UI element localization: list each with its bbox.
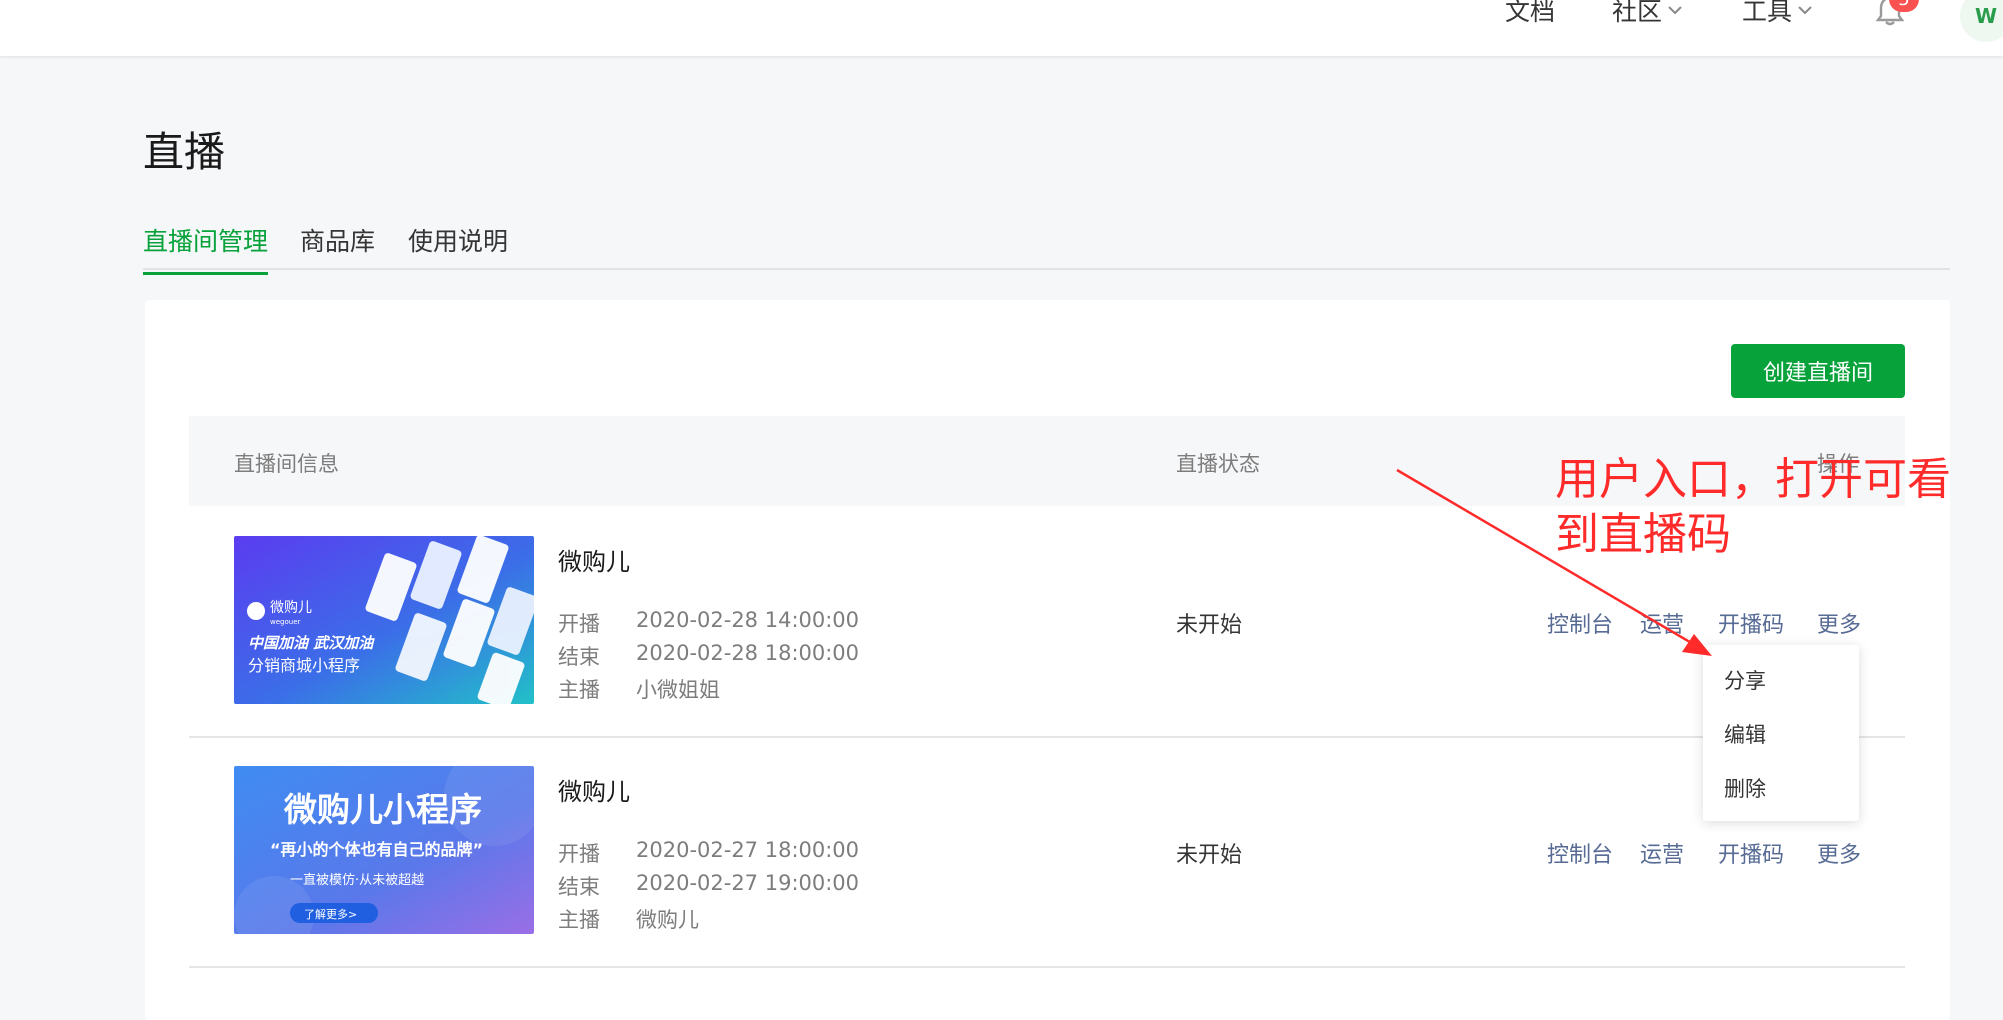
column-header-info: 直播间信息 [234,452,339,476]
tab-product-library[interactable]: 商品库 [300,222,375,272]
end-time: 2020-02-27 19:00:00 [636,871,860,895]
chevron-down-icon [1668,6,1682,15]
cover-slogan: “再小的个体也有自己的品牌” [270,840,483,859]
menu-item-share[interactable]: 分享 [1724,665,1766,695]
console-link[interactable]: 控制台 [1547,837,1613,869]
nav-tools-label: 工具 [1742,0,1793,26]
live-room-name: 微购儿 [558,778,630,806]
live-room-name: 微购儿 [558,548,630,576]
live-room-cover-image[interactable]: 微购儿小程序 “再小的个体也有自己的品牌” 一直被模仿·从未被超越 了解更多> [234,766,534,934]
menu-item-edit[interactable]: 编辑 [1724,719,1766,749]
cover-brand-en: wegouer [270,618,301,626]
status-text: 未开始 [1176,843,1243,868]
cover-headline: 微购儿小程序 [283,790,482,829]
cover-line2: 分销商城小程序 [248,656,360,675]
top-nav-bar: 文档 社区 工具 5 W [0,0,2003,56]
console-link[interactable]: 控制台 [1547,607,1613,639]
start-label: 开播 [558,842,600,866]
chevron-down-icon [1798,6,1812,15]
page-title: 直播 [143,128,225,176]
end-time: 2020-02-28 18:00:00 [636,641,860,665]
end-label: 结束 [558,875,600,899]
avatar-text: W [1974,4,1998,28]
host-label: 主播 [558,908,600,932]
operations-link[interactable]: 运营 [1640,607,1684,639]
host-name: 微购儿 [636,908,699,932]
menu-item-delete[interactable]: 删除 [1724,773,1766,803]
create-live-room-button[interactable]: 创建直播间 [1731,344,1905,398]
status-text: 未开始 [1176,613,1243,638]
live-code-link[interactable]: 开播码 [1718,837,1784,869]
cover-sub: 一直被模仿·从未被超越 [290,873,424,888]
tab-bar: 直播间管理 商品库 使用说明 [143,218,1950,275]
live-code-link[interactable]: 开播码 [1718,607,1784,639]
tab-live-room-management[interactable]: 直播间管理 [143,222,269,275]
nav-docs-label: 文档 [1505,0,1556,26]
tab-instructions[interactable]: 使用说明 [408,222,508,272]
operations-link[interactable]: 运营 [1640,837,1684,869]
start-label: 开播 [558,612,600,636]
live-room-cover-image[interactable]: 微购儿 wegouer 中国加油 武汉加油 分销商城小程序 [234,536,534,704]
avatar[interactable]: W [1960,0,2003,42]
annotation-text: 用户入口，打开可看 到直播码 [1555,452,1995,562]
end-label: 结束 [558,645,600,669]
start-time: 2020-02-28 14:00:00 [636,608,860,632]
annotation-line2: 到直播码 [1555,509,1731,560]
cover-line1: 中国加油 武汉加油 [248,634,375,652]
more-link[interactable]: 更多 [1817,607,1861,639]
column-header-status: 直播状态 [1176,452,1260,476]
table-row: 微购儿小程序 “再小的个体也有自己的品牌” 一直被模仿·从未被超越 了解更多> … [189,738,1905,968]
annotation-line1: 用户入口，打开可看 [1555,454,1951,505]
start-time: 2020-02-27 18:00:00 [636,838,860,862]
nav-community[interactable]: 社区 [1612,0,1684,28]
more-link[interactable]: 更多 [1817,837,1861,869]
nav-tools[interactable]: 工具 [1742,0,1814,28]
nav-community-label: 社区 [1612,0,1663,26]
cover-cta: 了解更多> [304,907,357,921]
host-name: 小微姐姐 [636,678,720,702]
cover-brand: 微购儿 [270,600,312,616]
nav-docs[interactable]: 文档 [1505,0,1555,28]
host-label: 主播 [558,678,600,702]
more-dropdown-menu: 分享 编辑 删除 [1703,645,1859,821]
